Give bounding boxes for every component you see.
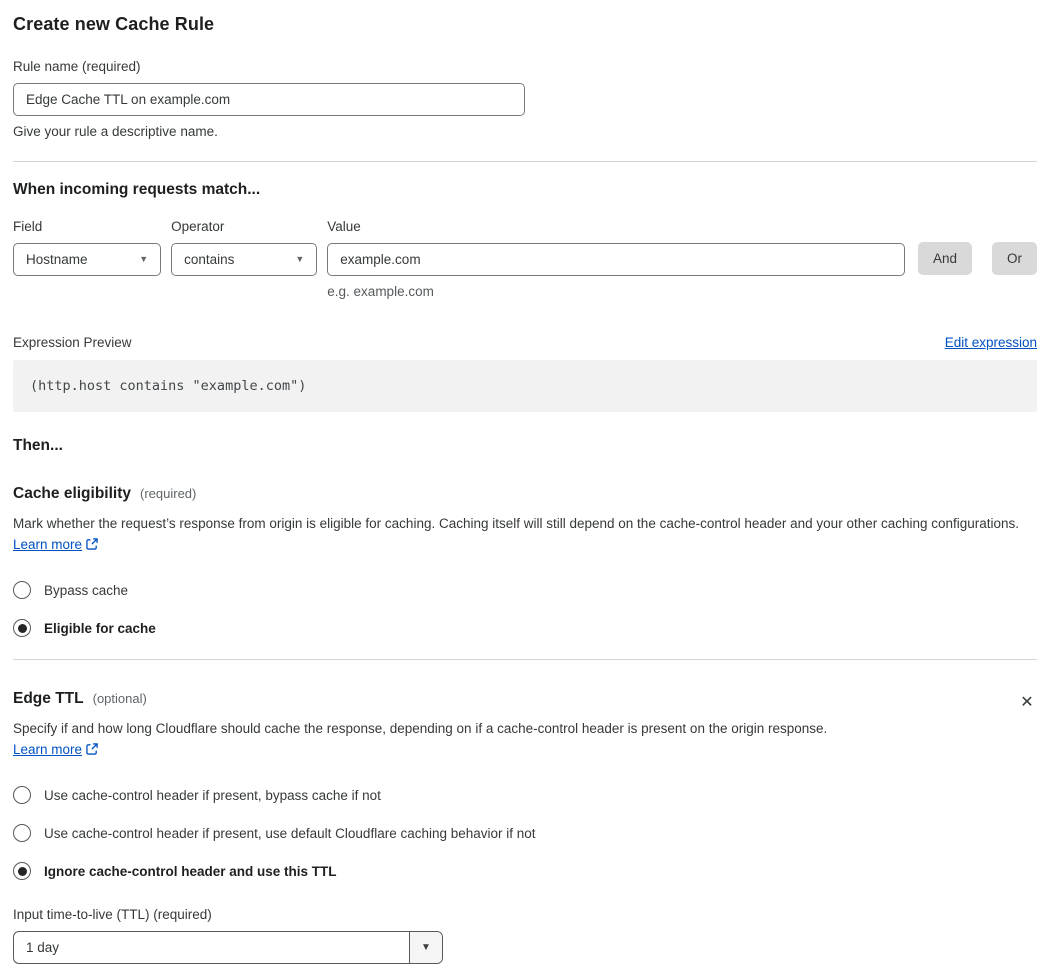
chevron-down-icon: ▼	[295, 254, 305, 264]
ttl-label: Input time-to-live (TTL) (required)	[13, 907, 212, 922]
edge-ttl-qualifier: (optional)	[92, 691, 147, 706]
external-link-icon	[85, 743, 99, 759]
match-section: When incoming requests match... Field Ho…	[13, 181, 1037, 412]
rule-name-label: Rule name (required)	[13, 59, 141, 74]
cache-eligibility-qualifier: (required)	[140, 486, 197, 501]
then-heading: Then...	[13, 437, 63, 454]
value-help: e.g. example.com	[327, 284, 434, 299]
cache-eligibility-options: Bypass cache Eligible for cache	[13, 581, 1037, 637]
rule-name-help: Give your rule a descriptive name.	[13, 124, 218, 139]
operator-column: Operator contains ▼	[171, 219, 318, 276]
close-icon[interactable]: ✕	[1017, 692, 1037, 712]
radio-use-header-default[interactable]: Use cache-control header if present, use…	[13, 824, 1037, 842]
radio-icon[interactable]	[13, 862, 31, 880]
radio-label: Bypass cache	[44, 582, 129, 598]
edge-ttl-description: Specify if and how long Cloudflare shoul…	[13, 718, 853, 762]
operator-label: Operator	[171, 219, 225, 234]
cache-eligibility-section: Cache eligibility (required) Mark whethe…	[13, 485, 1037, 637]
radio-label: Ignore cache-control header and use this…	[44, 863, 337, 879]
value-column: Value e.g. example.com	[327, 219, 905, 299]
rule-name-input[interactable]	[13, 83, 525, 116]
edge-ttl-section: ✕ Edge TTL (optional) Specify if and how…	[13, 690, 1037, 964]
radio-icon[interactable]	[13, 786, 31, 804]
chevron-down-icon: ▼	[139, 254, 149, 264]
radio-label: Eligible for cache	[44, 620, 156, 636]
radio-label: Use cache-control header if present, byp…	[44, 787, 381, 803]
section-divider	[13, 659, 1037, 660]
expression-preview-box: (http.host contains "example.com")	[13, 360, 1037, 412]
cache-eligibility-description-text: Mark whether the request’s response from…	[13, 516, 1020, 531]
radio-icon[interactable]	[13, 619, 31, 637]
radio-icon[interactable]	[13, 824, 31, 842]
operator-select[interactable]: contains ▼	[171, 243, 318, 276]
cache-eligibility-description: Mark whether the request’s response from…	[13, 513, 1021, 557]
or-button[interactable]: Or	[992, 242, 1037, 275]
ttl-select-value: 1 day	[26, 940, 60, 955]
operator-select-value: contains	[184, 252, 235, 267]
cache-eligibility-title-row: Cache eligibility (required)	[13, 485, 1037, 503]
match-heading: When incoming requests match...	[13, 181, 261, 198]
expression-preview-label: Expression Preview	[13, 335, 132, 350]
create-cache-rule-form: Create new Cache Rule Rule name (require…	[0, 0, 1058, 976]
edit-expression-link[interactable]: Edit expression	[945, 335, 1037, 350]
radio-eligible-for-cache[interactable]: Eligible for cache	[13, 619, 1037, 637]
chevron-down-icon: ▼	[421, 941, 431, 953]
radio-icon[interactable]	[13, 581, 31, 599]
external-link-icon	[85, 538, 99, 554]
ttl-dropdown-button[interactable]: ▼	[409, 932, 442, 963]
radio-bypass-cache[interactable]: Bypass cache	[13, 581, 1037, 599]
radio-label: Use cache-control header if present, use…	[44, 825, 536, 841]
edge-ttl-description-text: Specify if and how long Cloudflare shoul…	[13, 721, 828, 736]
and-button[interactable]: And	[917, 242, 972, 275]
field-select-value: Hostname	[26, 252, 88, 267]
match-condition-row: Field Hostname ▼ Operator contains ▼ Val…	[13, 219, 1037, 299]
radio-ignore-header-use-ttl[interactable]: Ignore cache-control header and use this…	[13, 862, 1037, 880]
ttl-select[interactable]: 1 day ▼	[13, 931, 443, 964]
radio-use-header-bypass[interactable]: Use cache-control header if present, byp…	[13, 786, 1037, 804]
page-title: Create new Cache Rule	[13, 14, 215, 34]
value-input[interactable]	[327, 243, 905, 276]
value-label: Value	[327, 219, 361, 234]
field-column: Field Hostname ▼	[13, 219, 162, 276]
expression-code: (http.host contains "example.com")	[30, 378, 307, 394]
edge-ttl-options: Use cache-control header if present, byp…	[13, 786, 1037, 880]
field-select[interactable]: Hostname ▼	[13, 243, 162, 276]
rule-name-group: Rule name (required) Give your rule a de…	[13, 59, 1037, 139]
field-label: Field	[13, 219, 43, 234]
section-divider	[13, 161, 1037, 162]
ttl-input-group: Input time-to-live (TTL) (required) 1 da…	[13, 907, 1037, 964]
edge-ttl-title: Edge TTL	[13, 690, 84, 707]
cache-eligibility-title: Cache eligibility	[13, 485, 132, 502]
expression-preview-header: Expression Preview Edit expression	[13, 335, 1037, 350]
edge-ttl-title-row: Edge TTL (optional)	[13, 690, 1037, 708]
cache-eligibility-learn-more-link[interactable]: Learn more	[13, 537, 82, 552]
edge-ttl-learn-more-link[interactable]: Learn more	[13, 742, 82, 757]
